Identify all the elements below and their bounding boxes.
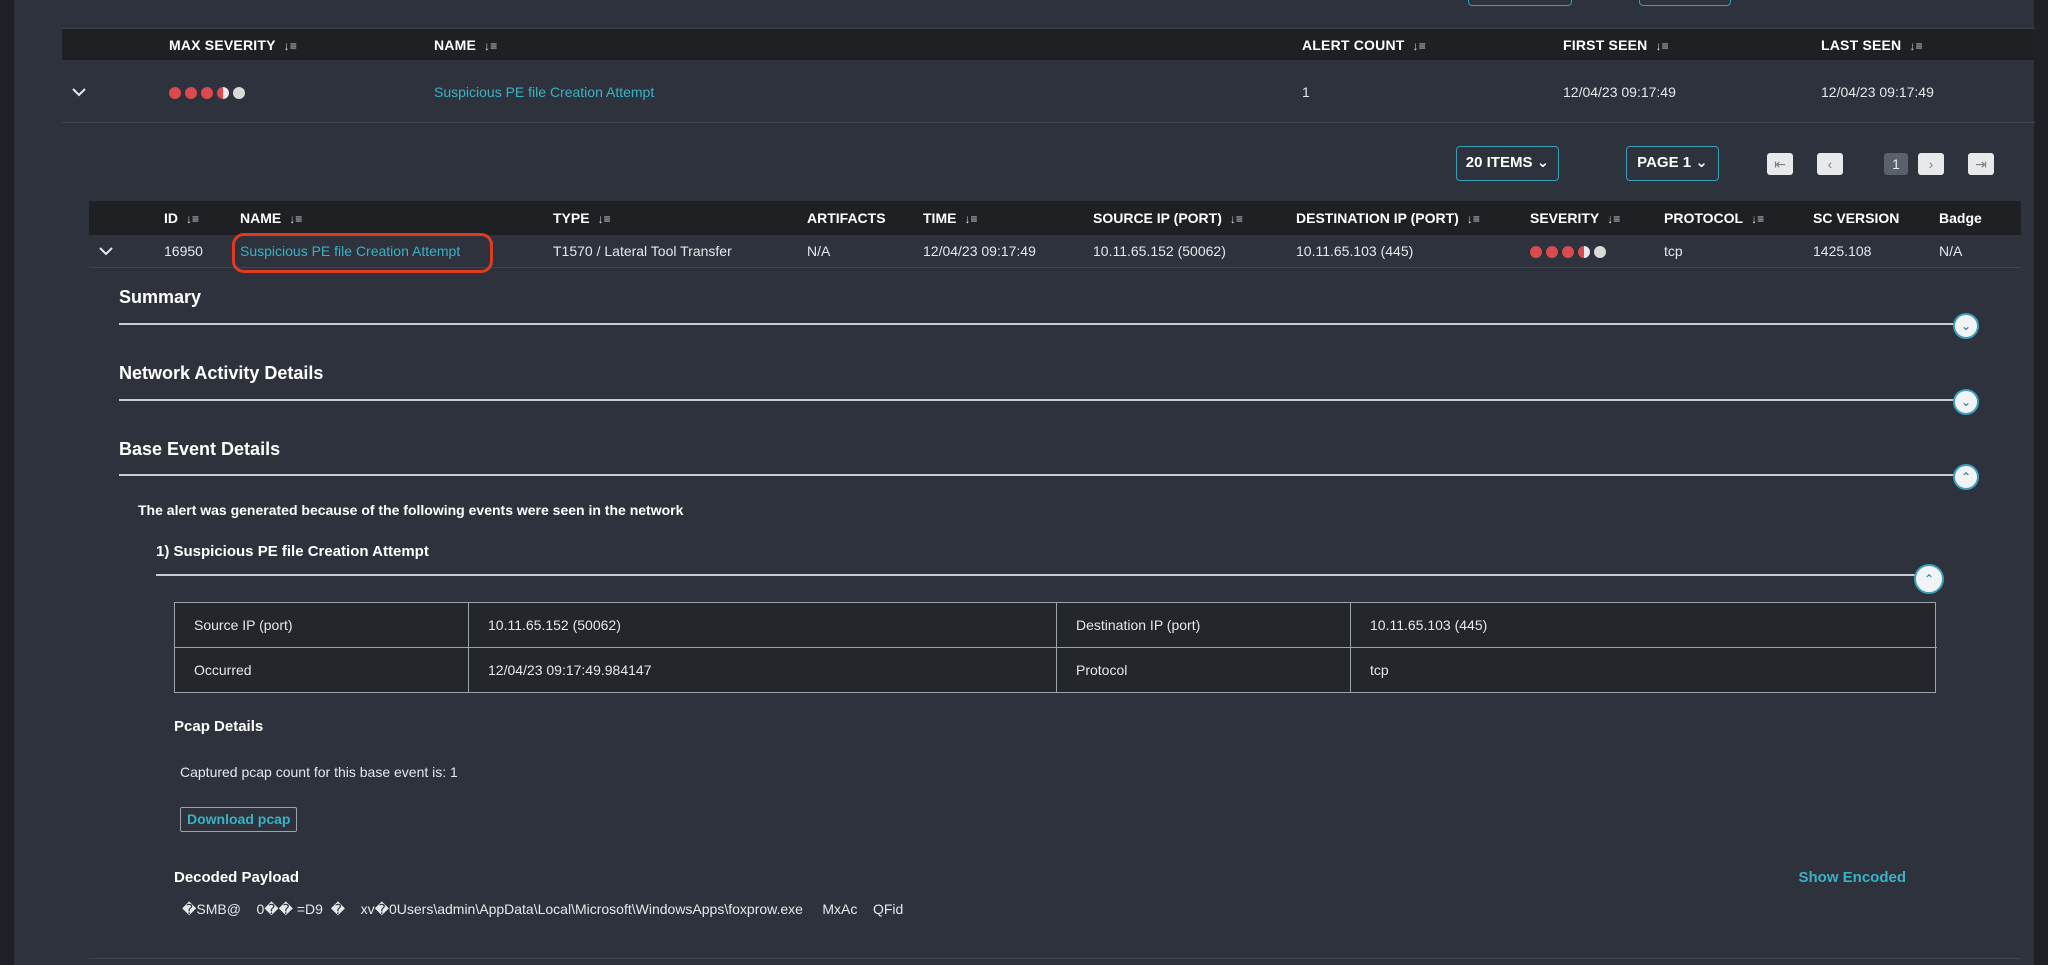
sort-icon[interactable]: ↓≡ — [186, 202, 199, 236]
partial-top-button[interactable] — [1639, 0, 1731, 6]
decoded-payload-title: Decoded Payload — [174, 869, 300, 886]
event-title[interactable]: 1) Suspicious PE file Creation Attempt — [156, 543, 429, 560]
divider — [119, 474, 1969, 476]
column-first-seen[interactable]: FIRST SEEN ↓≡ — [1563, 29, 1669, 61]
sort-icon[interactable]: ↓≡ — [598, 202, 611, 236]
event-sc-version: 1425.108 — [1813, 243, 1872, 259]
chevron-down-icon[interactable]: ⌄ — [1953, 389, 1979, 415]
divider — [119, 399, 1969, 401]
column-severity[interactable]: SEVERITY ↓≡ — [1530, 201, 1620, 235]
sort-icon[interactable]: ↓≡ — [484, 30, 497, 62]
column-protocol[interactable]: PROTOCOL ↓≡ — [1664, 201, 1764, 235]
column-artifacts: ARTIFACTS — [807, 210, 886, 226]
protocol-label: Protocol — [1057, 648, 1351, 693]
event-destination-ip: 10.11.65.103 (445) — [1296, 243, 1414, 259]
partial-top-button[interactable] — [1468, 0, 1572, 6]
source-ip-value: 10.11.65.152 (50062) — [469, 603, 1057, 648]
column-last-seen[interactable]: LAST SEEN ↓≡ — [1821, 29, 1923, 61]
events-table-header: ID ↓≡ NAME ↓≡ TYPE ↓≡ ARTIFACTS TIME ↓≡ SOUR… — [89, 201, 2021, 235]
event-type: T1570 / Lateral Tool Transfer — [553, 243, 732, 259]
previous-page-icon[interactable]: ‹ — [1817, 153, 1843, 175]
severity-indicator — [1530, 235, 1606, 268]
chevron-down-icon: ⌄ — [1695, 154, 1708, 171]
sort-icon[interactable]: ↓≡ — [1909, 30, 1922, 62]
column-badge: Badge — [1939, 210, 1982, 226]
next-page-icon[interactable]: › — [1918, 153, 1944, 175]
chevron-down-icon[interactable] — [72, 61, 86, 123]
alert-explanation: The alert was generated because of the f… — [138, 502, 684, 518]
last-seen: 12/04/23 09:17:49 — [1821, 84, 1934, 100]
divider — [156, 574, 1928, 576]
sort-icon[interactable]: ↓≡ — [1230, 202, 1243, 236]
payload-text: �SMB@ 0�� =D9 � xv�0Users\admin\AppData\… — [182, 901, 904, 917]
chevron-up-icon[interactable]: ⌃ — [1953, 464, 1979, 490]
sort-icon[interactable]: ↓≡ — [1413, 30, 1426, 62]
protocol-value: tcp — [1370, 662, 1389, 678]
current-page[interactable]: 1 — [1884, 153, 1908, 175]
destination-ip-label: Destination IP (port) — [1057, 603, 1351, 648]
event-protocol: tcp — [1664, 243, 1683, 259]
event-id: 16950 — [164, 243, 203, 259]
alert-count: 1 — [1302, 84, 1310, 100]
event-time: 12/04/23 09:17:49 — [923, 243, 1036, 259]
items-per-page-dropdown[interactable]: 20 ITEMS ⌄ — [1456, 146, 1559, 181]
page-select-dropdown[interactable]: PAGE 1 ⌄ — [1626, 146, 1719, 181]
sort-icon[interactable]: ↓≡ — [289, 202, 302, 236]
pcap-count-text: Captured pcap count for this base event … — [180, 764, 458, 780]
chevron-down-icon[interactable] — [99, 235, 113, 268]
column-name[interactable]: NAME ↓≡ — [240, 201, 302, 235]
sort-icon[interactable]: ↓≡ — [1751, 202, 1764, 236]
occurred-value: 12/04/23 09:17:49.984147 — [469, 648, 1057, 693]
column-alert-count[interactable]: ALERT COUNT ↓≡ — [1302, 29, 1426, 61]
highlight-annotation — [232, 233, 493, 273]
download-pcap-button[interactable]: Download pcap — [180, 807, 298, 832]
event-badge: N/A — [1939, 243, 1963, 259]
chevron-up-icon[interactable]: ⌃ — [1914, 564, 1944, 594]
divider — [119, 323, 1969, 325]
column-max-severity[interactable]: MAX SEVERITY ↓≡ — [169, 29, 297, 61]
column-time[interactable]: TIME ↓≡ — [923, 201, 977, 235]
column-type[interactable]: TYPE ↓≡ — [553, 201, 611, 235]
pcap-details-title: Pcap Details — [174, 718, 264, 735]
source-ip-label: Source IP (port) — [175, 603, 469, 648]
column-destination-ip[interactable]: DESTINATION IP (PORT) ↓≡ — [1296, 201, 1480, 235]
column-source-ip[interactable]: SOURCE IP (PORT) ↓≡ — [1093, 201, 1243, 235]
sort-icon[interactable]: ↓≡ — [964, 202, 977, 236]
last-page-icon[interactable]: ⇥ — [1968, 153, 1994, 175]
section-base-event-title[interactable]: Base Event Details — [119, 439, 280, 460]
sort-icon[interactable]: ↓≡ — [1655, 30, 1668, 62]
sort-icon[interactable]: ↓≡ — [1467, 202, 1480, 236]
sort-icon[interactable]: ↓≡ — [284, 30, 297, 62]
divider — [89, 958, 2021, 959]
event-artifacts: N/A — [807, 243, 831, 259]
occurred-label: Occurred — [175, 648, 469, 693]
section-network-activity-title[interactable]: Network Activity Details — [119, 363, 323, 384]
severity-indicator — [169, 61, 245, 123]
table-row[interactable]: Suspicious PE file Creation Attempt 1 12… — [62, 61, 2035, 123]
show-encoded-link[interactable]: Show Encoded — [1798, 869, 1906, 886]
destination-ip-value: 10.11.65.103 (445) — [1351, 603, 1937, 648]
column-name[interactable]: NAME ↓≡ — [434, 29, 497, 61]
event-details-grid: Source IP (port) 10.11.65.152 (50062) De… — [174, 602, 1937, 693]
first-seen: 12/04/23 09:17:49 — [1563, 84, 1676, 100]
alert-name-link[interactable]: Suspicious PE file Creation Attempt — [434, 61, 654, 123]
chevron-down-icon: ⌄ — [1536, 154, 1550, 171]
sort-icon[interactable]: ↓≡ — [1607, 202, 1620, 236]
column-sc-version: SC VERSION — [1813, 210, 1900, 226]
column-id[interactable]: ID ↓≡ — [164, 201, 199, 235]
section-summary-title[interactable]: Summary — [119, 287, 201, 308]
event-source-ip: 10.11.65.152 (50062) — [1093, 243, 1226, 259]
alerts-table-header: MAX SEVERITY ↓≡ NAME ↓≡ ALERT COUNT ↓≡ FIRS… — [62, 28, 2035, 60]
first-page-icon[interactable]: ⇤ — [1767, 153, 1793, 175]
chevron-down-icon[interactable]: ⌄ — [1953, 313, 1979, 339]
alert-details-panel: MAX SEVERITY ↓≡ NAME ↓≡ ALERT COUNT ↓≡ FIRS… — [14, 0, 2035, 965]
